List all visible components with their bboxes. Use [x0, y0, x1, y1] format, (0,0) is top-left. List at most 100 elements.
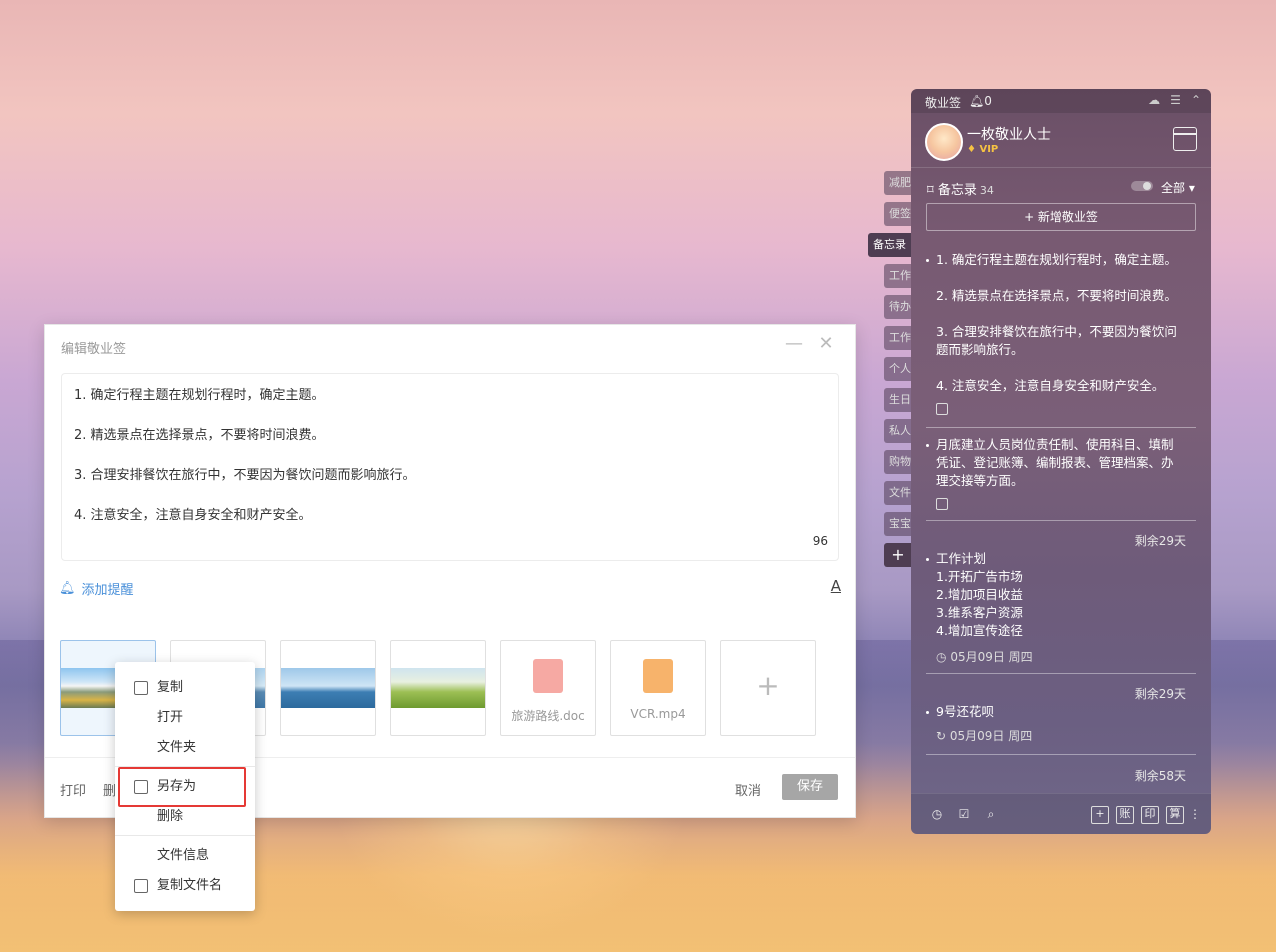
attachment-thumbnail[interactable]: [280, 640, 376, 736]
checklist-icon[interactable]: ☑: [956, 806, 972, 822]
vip-badge: ♦ VIP: [967, 144, 999, 155]
clock-icon[interactable]: ◷: [929, 806, 945, 822]
attachment-file[interactable]: 旅游路线.doc: [500, 640, 596, 736]
divider: [911, 167, 1211, 168]
note-line: 题而影响旅行。: [936, 342, 1024, 357]
note-item[interactable]: 1. 确定行程主题在规划行程时，确定主题。 2. 精选景点在选择景点，不要将时间…: [926, 251, 1196, 421]
add-reminder-button[interactable]: 🔔︎ 添加提醒: [59, 579, 134, 598]
menu-item-copy[interactable]: 复制: [115, 674, 255, 702]
notif-count-label: 0: [984, 94, 992, 108]
note-date: ◷ 05月09日 周四: [936, 648, 1033, 665]
menu-item-folder[interactable]: 文件夹: [115, 734, 255, 762]
note-divider: [926, 754, 1196, 755]
filter-dropdown[interactable]: 全部 ▾: [1161, 179, 1195, 196]
side-tab[interactable]: 宝宝: [884, 512, 912, 536]
side-tab[interactable]: 便签: [884, 202, 912, 226]
note-item[interactable]: 剩余29天 9号还花呗 ↻ 05月09日 周四: [926, 685, 1196, 745]
repeat-icon: ↻: [936, 729, 947, 743]
add-tab-button[interactable]: +: [884, 543, 912, 567]
context-menu: 复制 打开 文件夹 另存为 删除 文件信息 复制文件名: [115, 662, 255, 911]
menu-item-copy-filename[interactable]: 复制文件名: [115, 872, 255, 900]
collapse-icon[interactable]: ⌃: [1191, 93, 1201, 107]
date-label: 05月09日 周四: [950, 650, 1033, 664]
note-line: 4. 注意安全，注意自身安全和财产安全。: [936, 378, 1165, 393]
note-line: 凭证、登记账簿、编制报表、管理档案、办: [936, 455, 1174, 470]
vip-label: VIP: [979, 144, 999, 155]
note-line: 4.增加宣传途径: [936, 623, 1023, 638]
note-editor[interactable]: 1. 确定行程主题在规划行程时，确定主题。 2. 精选景点在选择景点，不要将时间…: [61, 373, 839, 561]
menu-label: 文件夹: [157, 740, 197, 755]
minimize-button[interactable]: —: [783, 333, 805, 355]
side-tab[interactable]: 购物: [884, 450, 912, 474]
file-name: 旅游路线.doc: [511, 709, 585, 723]
calendar-icon[interactable]: [1173, 127, 1197, 151]
side-tab[interactable]: 待办: [884, 295, 912, 319]
new-note-button[interactable]: + 新增敬业签: [926, 203, 1196, 231]
toggle-switch[interactable]: [1131, 181, 1153, 191]
editor-line: 4. 注意安全，注意自身安全和财产安全。: [74, 508, 312, 523]
more-icon[interactable]: ⋮: [1187, 806, 1203, 822]
note-item[interactable]: 剩余58天: [926, 767, 1196, 787]
print-button[interactable]: 打印: [60, 780, 86, 799]
side-tab[interactable]: 个人: [884, 357, 912, 381]
char-count: 96: [812, 534, 828, 548]
clock-icon: ◷: [936, 650, 947, 664]
side-tab-active[interactable]: 备忘录: [868, 233, 912, 257]
note-item[interactable]: 月底建立人员岗位责任制、使用科目、填制 凭证、登记账簿、编制报表、管理档案、办 …: [926, 436, 1196, 516]
menu-icon[interactable]: ☰: [1170, 93, 1181, 107]
bell-icon: 🔔︎: [59, 581, 76, 596]
note-date: ↻ 05月09日 周四: [936, 727, 1032, 744]
highlight-box: [118, 767, 246, 807]
image-thumbnail: [281, 668, 375, 708]
app-name: 敬业签: [925, 96, 962, 110]
side-tab[interactable]: 工作: [884, 326, 912, 350]
search-icon[interactable]: ⌕: [983, 806, 999, 822]
image-thumbnail: [391, 668, 485, 708]
bullet: [926, 444, 929, 447]
avatar[interactable]: [925, 123, 963, 161]
side-tab[interactable]: 私人: [884, 419, 912, 443]
note-divider: [926, 520, 1196, 521]
editor-line: 2. 精选景点在选择景点，不要将时间浪费。: [74, 428, 325, 443]
side-tab[interactable]: 减肥: [884, 171, 912, 195]
attachment-thumbnail[interactable]: [390, 640, 486, 736]
panel-bottom-toolbar: ◷ ☑ ⌕ + 账 印 算 ⋮: [911, 793, 1211, 834]
remaining-days: 剩余29天: [1134, 534, 1186, 548]
remaining-days: 剩余29天: [1134, 687, 1186, 701]
chevron-down-icon: ▾: [1188, 181, 1195, 195]
note-divider: [926, 427, 1196, 428]
attachment-icon: [936, 403, 948, 415]
cancel-button[interactable]: 取消: [735, 780, 761, 799]
menu-item-file-info[interactable]: 文件信息: [115, 842, 255, 870]
save-button[interactable]: 保存: [782, 774, 838, 800]
print-button[interactable]: 印: [1141, 806, 1159, 824]
cloud-sync-icon[interactable]: ☁: [1148, 93, 1160, 107]
add-box-button[interactable]: +: [1091, 806, 1109, 824]
font-style-button[interactable]: A: [831, 577, 841, 595]
note-line: 3.维系客户资源: [936, 605, 1023, 620]
note-line: 1.开拓广告市场: [936, 569, 1023, 584]
close-button[interactable]: ✕: [815, 333, 837, 355]
doc-icon: [533, 659, 563, 693]
menu-item-open[interactable]: 打开: [115, 704, 255, 732]
menu-item-delete[interactable]: 删除: [115, 803, 255, 831]
bookmark-icon: ⌑: [927, 183, 934, 198]
menu-label: 复制文件名: [157, 878, 223, 893]
account-button[interactable]: 账: [1116, 806, 1134, 824]
note-line: 2.增加项目收益: [936, 587, 1023, 602]
side-tab[interactable]: 工作: [884, 264, 912, 288]
panel-titlebar: 敬业签 🔔︎0 ☁ ☰ ⌃: [911, 89, 1211, 113]
filter-label: 全部: [1161, 181, 1186, 195]
note-item[interactable]: 剩余29天 工作计划 1.开拓广告市场 2.增加项目收益 3.维系客户资源 4.…: [926, 532, 1196, 672]
attachment-file[interactable]: VCR.mp4: [610, 640, 706, 736]
notification-count[interactable]: 🔔︎0: [969, 94, 992, 108]
calc-button[interactable]: 算: [1166, 806, 1184, 824]
add-attachment-button[interactable]: +: [720, 640, 816, 736]
side-tab[interactable]: 生日: [884, 388, 912, 412]
remaining-days: 剩余58天: [1134, 769, 1186, 783]
menu-separator: [115, 835, 255, 836]
note-line: 3. 合理安排餐饮在旅行中，不要因为餐饮问: [936, 324, 1177, 339]
menu-label: 复制: [157, 680, 184, 695]
bullet: [926, 259, 929, 262]
side-tab[interactable]: 文件: [884, 481, 912, 505]
